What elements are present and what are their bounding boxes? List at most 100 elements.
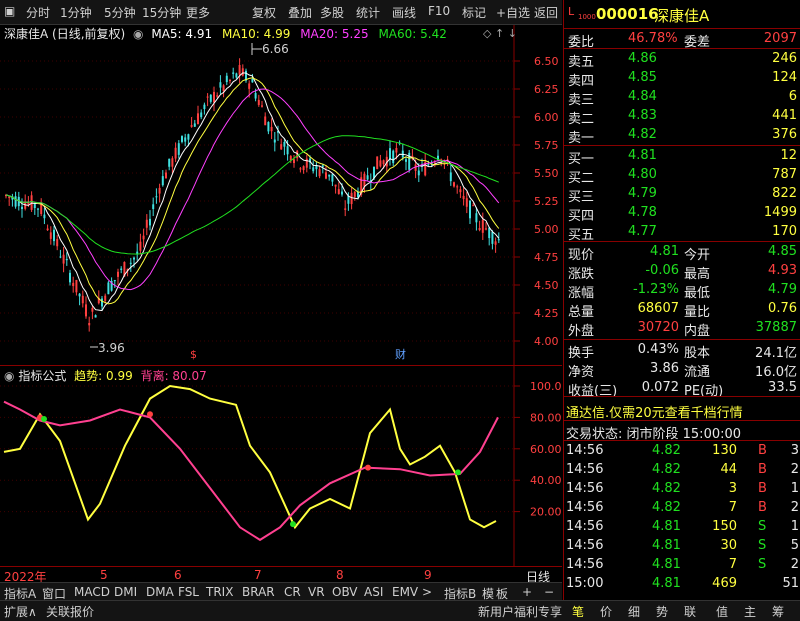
ask-label: 卖一 <box>568 131 595 146</box>
tick-row: 14:56 4.82 7 B 2 <box>564 499 800 517</box>
tick-price: 4.82 <box>652 462 681 477</box>
ask-price: 4.85 <box>628 70 657 85</box>
tab-macd[interactable]: MACD <box>74 585 110 599</box>
price-tick: 6.50 <box>534 55 559 68</box>
restore-rights-button[interactable]: 复权 <box>252 4 276 21</box>
tab-15min[interactable]: 15分钟 <box>142 4 181 21</box>
diamond-icon[interactable]: ◇ <box>483 27 491 40</box>
ma5-label: MA5: 4.91 <box>151 27 213 41</box>
price-tick: 5.75 <box>534 139 559 152</box>
tab-minute[interactable]: 分时 <box>26 4 50 21</box>
tick-row: 14:56 4.82 130 B 3 <box>564 442 800 460</box>
kline-chart[interactable]: 6.50 6.25 6.00 5.75 5.50 5.25 5.00 4.75 4.50 4.25… <box>0 25 562 365</box>
add-window-button[interactable]: + <box>522 585 532 599</box>
stat2-label: 换手 <box>568 346 595 361</box>
tab-price[interactable]: 价 <box>600 603 612 620</box>
stat-value: -0.06 <box>645 263 679 278</box>
tab-dmi[interactable]: DMI <box>114 585 137 599</box>
indicator-tick: 100.0 <box>530 380 562 393</box>
tab-chips[interactable]: 筹 <box>772 603 784 620</box>
price-tick: 4.00 <box>534 335 559 348</box>
signal-dot <box>455 469 461 476</box>
down-arrow-icon[interactable]: ↓ <box>508 27 517 40</box>
bid-price: 4.78 <box>628 205 657 220</box>
remove-window-button[interactable]: − <box>544 585 554 599</box>
settings-icon[interactable]: ◉ <box>133 27 143 41</box>
menu-icon[interactable]: ▣ <box>4 4 15 18</box>
low-price-label: 3.96 <box>98 341 125 355</box>
tab-fsl[interactable]: FSL <box>178 585 199 599</box>
related-quote-button[interactable]: 关联报价 <box>46 603 94 620</box>
tab-trix[interactable]: TRIX <box>206 585 233 599</box>
promo-link[interactable]: 通达信.仅需20元查看千档行情 <box>566 402 743 421</box>
tick-row: 14:56 4.81 150 S 1 <box>564 518 800 536</box>
indicator-chart[interactable]: 100.0 80.00 60.00 40.00 20.00 <box>0 366 562 566</box>
tick-time: 14:56 <box>566 462 604 477</box>
tab-trades[interactable]: 笔 <box>572 603 584 620</box>
tab-vr[interactable]: VR <box>308 585 325 599</box>
tab-brar[interactable]: BRAR <box>242 585 275 599</box>
tab-obv[interactable]: OBV <box>332 585 358 599</box>
stat2-row: 净资 3.86 流通 16.0亿 <box>564 360 800 380</box>
stat2-value: 0.43% <box>637 342 679 357</box>
tick-count: 1 <box>790 481 799 496</box>
back-button[interactable]: 返回 <box>534 4 558 21</box>
tab-1min[interactable]: 1分钟 <box>60 4 92 21</box>
tick-price: 4.81 <box>652 538 681 553</box>
tab-main[interactable]: 主 <box>744 603 756 620</box>
tab-dma[interactable]: DMA <box>146 585 174 599</box>
add-watchlist-button[interactable]: +自选 <box>496 4 530 21</box>
tick-volume: 150 <box>712 519 737 534</box>
stat2-label: 流通 <box>684 365 711 380</box>
tab-value[interactable]: 值 <box>716 603 728 620</box>
stat-value: 37887 <box>755 320 797 335</box>
tick-price: 4.82 <box>652 500 681 515</box>
stat-value: 4.79 <box>768 282 797 297</box>
price-tick: 4.75 <box>534 251 559 264</box>
tick-time: 14:56 <box>566 443 604 458</box>
promo-row[interactable]: 通达信.仅需20元查看千档行情 <box>564 401 800 421</box>
tab-trend[interactable]: 势 <box>656 603 668 620</box>
ask-row: 卖一 4.82 376 <box>564 126 800 146</box>
up-arrow-icon[interactable]: ↑ <box>495 27 504 40</box>
expand-button[interactable]: 扩展∧ <box>4 603 37 620</box>
tick-count: 2 <box>790 462 799 477</box>
welfare-link[interactable]: 新用户福利专享 <box>478 603 562 620</box>
tabs-more-button[interactable]: > <box>422 585 432 599</box>
mark-button[interactable]: 标记 <box>462 4 486 21</box>
ask-volume: 246 <box>772 51 797 66</box>
stock-name: 深康佳A <box>654 7 710 25</box>
stat2-value: 33.5 <box>768 380 797 395</box>
stat2-value: 16.0亿 <box>755 365 797 380</box>
tick-time: 15:00 <box>566 576 604 591</box>
f10-button[interactable]: F10 <box>428 4 450 18</box>
x-axis: 2022年 5 6 7 8 9 日线 <box>0 566 562 584</box>
overlay-button[interactable]: 叠加 <box>288 4 312 21</box>
bid-volume: 787 <box>772 167 797 182</box>
tab-5min[interactable]: 5分钟 <box>104 4 136 21</box>
statistics-button[interactable]: 统计 <box>356 4 380 21</box>
tick-row: 14:56 4.82 44 B 2 <box>564 461 800 479</box>
ask-label: 卖三 <box>568 93 595 108</box>
indicator-settings-icon[interactable]: ◉ <box>4 369 14 383</box>
tab-detail[interactable]: 细 <box>628 603 640 620</box>
draw-line-button[interactable]: 画线 <box>392 4 416 21</box>
tab-cr[interactable]: CR <box>284 585 301 599</box>
multi-stock-button[interactable]: 多股 <box>320 4 344 21</box>
finance-marker[interactable]: 财 <box>395 347 406 361</box>
price-tick: 5.25 <box>534 195 559 208</box>
dividend-marker[interactable]: $ <box>190 348 197 361</box>
tick-count: 1 <box>790 519 799 534</box>
tick-row: 14:56 4.81 30 S 5 <box>564 537 800 555</box>
bid-row: 买四 4.78 1499 <box>564 204 800 224</box>
tab-emv[interactable]: EMV <box>392 585 418 599</box>
tab-linked[interactable]: 联 <box>684 603 696 620</box>
x-label-jul: 7 <box>254 568 262 582</box>
price-tick: 4.50 <box>534 279 559 292</box>
stock-code: 000016 <box>596 5 659 23</box>
price-tick: 4.25 <box>534 307 559 320</box>
tab-more[interactable]: 更多 <box>186 4 210 21</box>
stat2-label: 净资 <box>568 365 595 380</box>
tick-price: 4.82 <box>652 481 681 496</box>
tab-asi[interactable]: ASI <box>364 585 383 599</box>
